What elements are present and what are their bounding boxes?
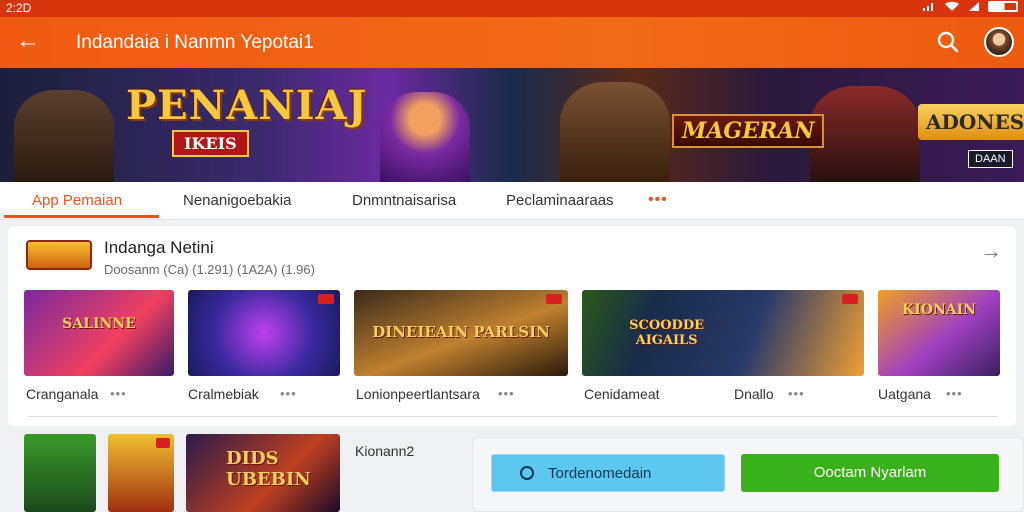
hot-badge (156, 438, 170, 448)
section-subtitle: Doosanm (Ca) (1.291) (1A2A) (1.96) (104, 262, 315, 277)
wifi-icon (945, 1, 959, 11)
game-art-text: SCOODDE AIGAILS (629, 317, 705, 348)
game-label: Cranganala (26, 386, 99, 402)
game-art-text: SALINNE (62, 315, 136, 332)
active-tab-indicator (4, 215, 159, 218)
banner-logo-far-right: ADONESIN (918, 104, 1024, 140)
game-thumbnail: SALINNE (24, 290, 174, 376)
game-more-icon[interactable]: ••• (946, 386, 963, 401)
hot-badge (842, 294, 858, 304)
game-label: Uatgana (878, 386, 931, 402)
hero-banner[interactable]: PENANIAJ IKEIS MAGERAN ADONESIN DAAN (0, 68, 1024, 182)
game-label: Kionann2 (355, 443, 415, 459)
page-title: Indandaia i Nanmn Yepotai1 (76, 32, 314, 53)
banner-character-warrior (810, 86, 920, 182)
game-art-text: DIDS UBEBIN (226, 448, 311, 490)
tab-app-pemaian[interactable]: App Pemaian (32, 192, 122, 209)
game-tile[interactable]: SALINNE Cranganala ••• (24, 290, 174, 402)
banner-character-wizard (380, 92, 470, 182)
game-tile[interactable] (24, 434, 96, 512)
battery-icon (988, 1, 1018, 12)
section-divider (28, 416, 998, 417)
tab-nenanigoebakia[interactable]: Nenanigoebakia (183, 192, 291, 209)
game-more-icon[interactable]: ••• (110, 386, 127, 401)
game-thumbnail (188, 290, 340, 376)
status-icons (922, 1, 1018, 12)
game-label: Dnallo (734, 386, 774, 402)
banner-logo-main: PENANIAJ (126, 82, 368, 129)
game-thumbnail: DIDS UBEBIN (186, 434, 340, 512)
tab-bar: App Pemaian Nenanigoebakia Dnmntnaisaris… (0, 182, 1024, 220)
action-panel: Tordenomedain Ooctam Nyarlam (472, 437, 1024, 512)
game-more-icon[interactable]: ••• (280, 386, 297, 401)
signal-icon (923, 3, 933, 11)
banner-cta-button[interactable]: DAAN (968, 150, 1013, 168)
primary-action-label: Tordenomedain (548, 465, 652, 482)
banner-logo-sub: IKEIS (172, 130, 249, 157)
status-time: 2:2D (6, 1, 32, 15)
primary-action-button[interactable]: Tordenomedain (491, 454, 725, 492)
game-tile[interactable]: DINEIEAIN PARLSIN Lonionpeertlantsara ••… (354, 290, 568, 402)
status-bar: 2:2D (0, 0, 1024, 17)
tabs-more-icon[interactable]: ••• (648, 191, 668, 209)
game-label: Lonionpeertlantsara (356, 386, 480, 402)
hot-badge (546, 294, 562, 304)
secondary-action-button[interactable]: Ooctam Nyarlam (741, 454, 999, 492)
game-thumbnail: KIONAIN (878, 290, 1000, 376)
game-more-icon[interactable]: ••• (788, 386, 805, 401)
game-label: Cenidameat (584, 386, 660, 402)
game-tile[interactable] (108, 434, 174, 512)
section-icon (26, 240, 92, 270)
game-tile[interactable]: DIDS UBEBIN (186, 434, 340, 512)
game-more-icon[interactable]: ••• (498, 386, 515, 401)
game-thumbnail (24, 434, 96, 512)
avatar[interactable] (984, 27, 1014, 57)
game-thumbnail: DINEIEAIN PARLSIN (354, 290, 568, 376)
banner-logo-right: MAGERAN (672, 114, 825, 148)
search-icon[interactable] (936, 30, 960, 54)
game-tile[interactable]: SCOODDE AIGAILS Cenidameat Dnallo ••• (582, 290, 864, 402)
game-art-text: DINEIEAIN PARLSIN (372, 322, 550, 341)
cellular-icon (969, 2, 979, 11)
game-section-card: Indanga Netini Doosanm (Ca) (1.291) (1A2… (8, 226, 1016, 426)
game-thumbnail (108, 434, 174, 512)
tab-dnmntnaisarisa[interactable]: Dnmntnaisarisa (352, 192, 456, 209)
game-label: Cralmebiak (188, 386, 259, 402)
game-thumbnail: SCOODDE AIGAILS (582, 290, 864, 376)
game-tile[interactable]: Cralmebiak ••• (188, 290, 340, 402)
section-title: Indanga Netini (104, 238, 214, 257)
game-art-text: KIONAIN (902, 302, 976, 319)
banner-character-cowboy (560, 82, 670, 182)
banner-character-gunslinger (14, 90, 114, 182)
tab-peclaminaaraas[interactable]: Peclaminaaraas (506, 192, 614, 209)
circle-icon (520, 466, 534, 480)
section-arrow-icon[interactable]: → (980, 238, 1002, 264)
hot-badge (318, 294, 334, 304)
game-tile[interactable]: KIONAIN Uatgana ••• (878, 290, 1000, 402)
app-bar: ← Indandaia i Nanmn Yepotai1 (0, 17, 1024, 68)
back-arrow-icon[interactable]: ← (16, 29, 40, 53)
